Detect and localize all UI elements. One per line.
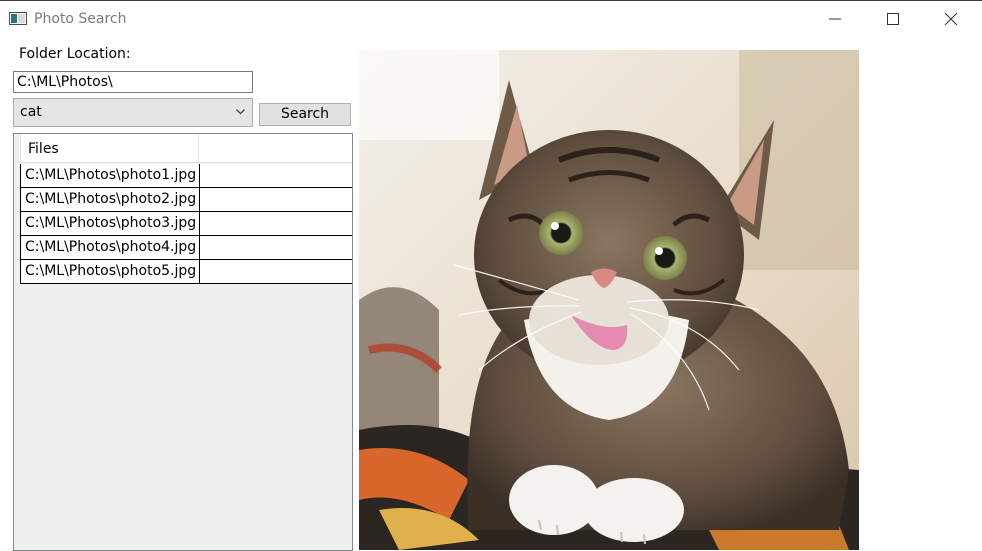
column-divider bbox=[20, 134, 21, 162]
file-row[interactable]: C:\ML\Photos\photo2.jpg bbox=[20, 188, 352, 212]
search-button[interactable]: Search bbox=[259, 103, 351, 126]
minimize-button[interactable] bbox=[806, 2, 864, 36]
window-title: Photo Search bbox=[34, 11, 127, 27]
close-icon bbox=[944, 12, 958, 26]
file-list[interactable]: Files C:\ML\Photos\photo1.jpg C:\ML\Phot… bbox=[13, 133, 353, 551]
file-row[interactable]: C:\ML\Photos\photo1.jpg bbox=[20, 164, 352, 188]
file-rows: C:\ML\Photos\photo1.jpg C:\ML\Photos\pho… bbox=[20, 164, 352, 284]
chevron-down-icon bbox=[236, 109, 245, 115]
cat-right-eye bbox=[643, 236, 687, 280]
column-divider bbox=[198, 134, 199, 162]
file-list-header: Files bbox=[20, 134, 352, 163]
file-row[interactable]: C:\ML\Photos\photo3.jpg bbox=[20, 212, 352, 236]
cell-divider bbox=[199, 188, 200, 211]
photo-preview bbox=[359, 50, 859, 550]
folder-location-value: C:\ML\Photos\ bbox=[17, 74, 113, 90]
maximize-button[interactable] bbox=[864, 2, 922, 36]
search-term-dropdown[interactable]: cat bbox=[13, 98, 253, 127]
cell-divider bbox=[199, 212, 200, 235]
file-path: C:\ML\Photos\photo1.jpg bbox=[25, 167, 197, 183]
file-row[interactable]: C:\ML\Photos\photo5.jpg bbox=[20, 260, 352, 284]
minimize-icon bbox=[829, 18, 841, 20]
file-path: C:\ML\Photos\photo4.jpg bbox=[25, 239, 197, 255]
file-path: C:\ML\Photos\photo2.jpg bbox=[25, 191, 197, 207]
cell-divider bbox=[199, 236, 200, 259]
files-column-header[interactable]: Files bbox=[28, 141, 59, 157]
maximize-icon bbox=[887, 13, 899, 25]
title-bar: Photo Search bbox=[0, 1, 982, 37]
cat-left-paw bbox=[509, 465, 599, 535]
cat-left-eye bbox=[539, 211, 583, 255]
search-term-value: cat bbox=[20, 104, 42, 120]
folder-location-label: Folder Location: bbox=[19, 46, 131, 62]
cell-divider bbox=[199, 260, 200, 283]
file-path: C:\ML\Photos\photo3.jpg bbox=[25, 215, 197, 231]
cell-divider bbox=[199, 164, 200, 187]
close-button[interactable] bbox=[922, 2, 980, 36]
folder-location-input[interactable]: C:\ML\Photos\ bbox=[13, 71, 253, 93]
file-path: C:\ML\Photos\photo5.jpg bbox=[25, 263, 197, 279]
file-row[interactable]: C:\ML\Photos\photo4.jpg bbox=[20, 236, 352, 260]
app-icon bbox=[9, 12, 27, 25]
cat-right-paw bbox=[584, 478, 684, 542]
